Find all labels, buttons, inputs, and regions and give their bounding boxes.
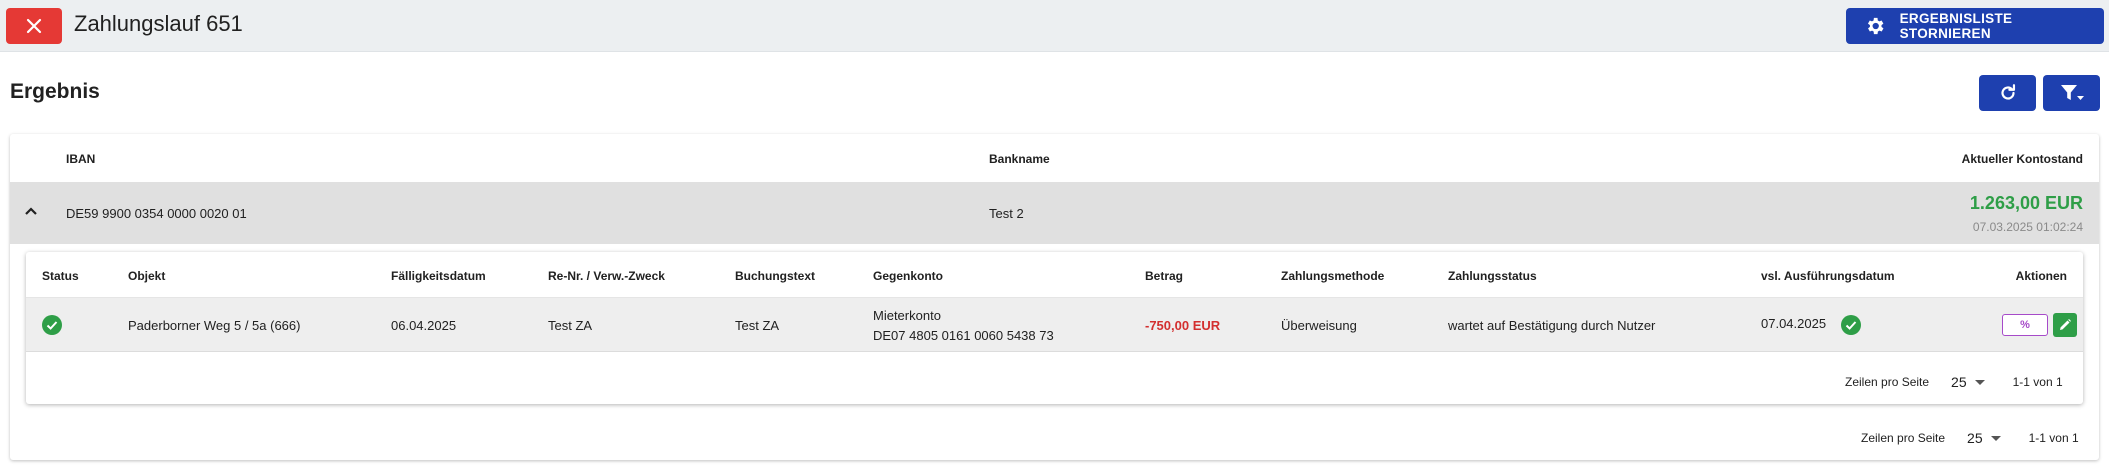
payments-table: Status Objekt Fälligkeitsdatum Re-Nr. / … [26, 252, 2083, 404]
percent-button[interactable]: % [2002, 314, 2048, 336]
percent-icon: % [2020, 319, 2030, 331]
column-bankname: Bankname [989, 152, 1050, 166]
chevron-down-icon[interactable] [1974, 379, 1985, 385]
page-range: 1-1 von 1 [2012, 375, 2063, 389]
column-booking-text: Buchungstext [735, 269, 816, 283]
filter-dropdown-icon [2060, 85, 2084, 100]
page-title: Zahlungslauf 651 [74, 11, 243, 36]
accounts-table-header: IBAN Bankname Aktueller Kontostand [10, 134, 2099, 182]
cancel-results-button[interactable]: ERGEBNISLISTE STORNIEREN [1846, 8, 2104, 44]
execution-confirmed-icon [1841, 315, 1861, 338]
column-reference: Re-Nr. / Verw.-Zweck [548, 269, 665, 283]
status-ok-icon [42, 315, 62, 338]
rows-per-page-label: Zeilen pro Seite [1861, 431, 1946, 445]
column-objekt: Objekt [128, 269, 166, 283]
payments-table-header: Status Objekt Fälligkeitsdatum Re-Nr. / … [26, 252, 2083, 298]
gear-icon [1867, 17, 1884, 35]
top-bar: Zahlungslauf 651 ERGEBNISLISTE STORNIERE… [0, 0, 2109, 52]
cell-counter-account-name: Mieterkonto [873, 308, 941, 323]
account-bankname: Test 2 [989, 206, 1024, 221]
column-actions: Aktionen [2015, 269, 2067, 283]
page-range: 1-1 von 1 [2028, 431, 2079, 445]
column-due-date: Fälligkeitsdatum [391, 269, 486, 283]
accounts-pagination: Zeilen pro Seite 25 1-1 von 1 [1861, 430, 2079, 446]
chevron-up-icon [25, 207, 37, 215]
column-amount: Betrag [1145, 269, 1184, 283]
column-balance: Aktueller Kontostand [1961, 152, 2083, 166]
account-row[interactable]: DE59 9900 0354 0000 0020 01 Test 2 1.263… [10, 182, 2099, 244]
column-payment-method: Zahlungsmethode [1281, 269, 1385, 283]
pencil-icon [2060, 319, 2071, 330]
close-icon [26, 18, 42, 34]
chevron-down-icon[interactable] [1990, 435, 2001, 441]
cell-booking-text: Test ZA [735, 318, 780, 333]
cell-counter-account-iban: DE07 4805 0161 0060 5438 73 [873, 328, 1054, 343]
column-counter-account: Gegenkonto [873, 269, 944, 283]
account-iban: DE59 9900 0354 0000 0020 01 [66, 206, 247, 221]
edit-button[interactable] [2053, 313, 2077, 337]
payments-pagination: Zeilen pro Seite 25 1-1 von 1 [1845, 374, 2063, 390]
close-button[interactable] [6, 8, 62, 44]
rows-per-page-select[interactable]: 25 [1951, 374, 1967, 390]
account-balance: 1.263,00 EUR [1969, 193, 2083, 213]
cancel-results-label: ERGEBNISLISTE STORNIEREN [1899, 11, 2013, 41]
cell-payment-status: wartet auf Bestätigung durch Nutzer [1448, 318, 1656, 333]
balance-timestamp: 07.03.2025 01:02:24 [1972, 220, 2083, 234]
refresh-button[interactable] [1979, 75, 2036, 111]
column-payment-status: Zahlungsstatus [1448, 269, 1537, 283]
column-execution-date: vsl. Ausführungsdatum [1761, 269, 1895, 283]
cell-reference: Test ZA [548, 318, 593, 333]
account-balance-cell: 1.263,00 EUR 07.03.2025 01:02:24 [1970, 193, 2083, 234]
refresh-icon [2000, 84, 2015, 100]
table-row[interactable]: Paderborner Weg 5 / 5a (666) 06.04.2025 … [26, 298, 2083, 352]
collapse-toggle[interactable] [24, 204, 38, 219]
cell-objekt: Paderborner Weg 5 / 5a (666) [128, 318, 301, 333]
rows-per-page-select[interactable]: 25 [1967, 430, 1983, 446]
cell-payment-method: Überweisung [1281, 318, 1357, 333]
section-title: Ergebnis [10, 80, 100, 103]
cell-due-date: 06.04.2025 [391, 318, 457, 333]
column-iban: IBAN [66, 152, 96, 166]
cell-amount: -750,00 EUR [1145, 318, 1221, 333]
column-status: Status [42, 269, 79, 283]
rows-per-page-label: Zeilen pro Seite [1845, 375, 1930, 389]
filter-button[interactable] [2043, 75, 2100, 111]
accounts-table: IBAN Bankname Aktueller Kontostand DE59 … [10, 134, 2099, 460]
cell-execution-date: 07.04.2025 [1761, 316, 1827, 331]
